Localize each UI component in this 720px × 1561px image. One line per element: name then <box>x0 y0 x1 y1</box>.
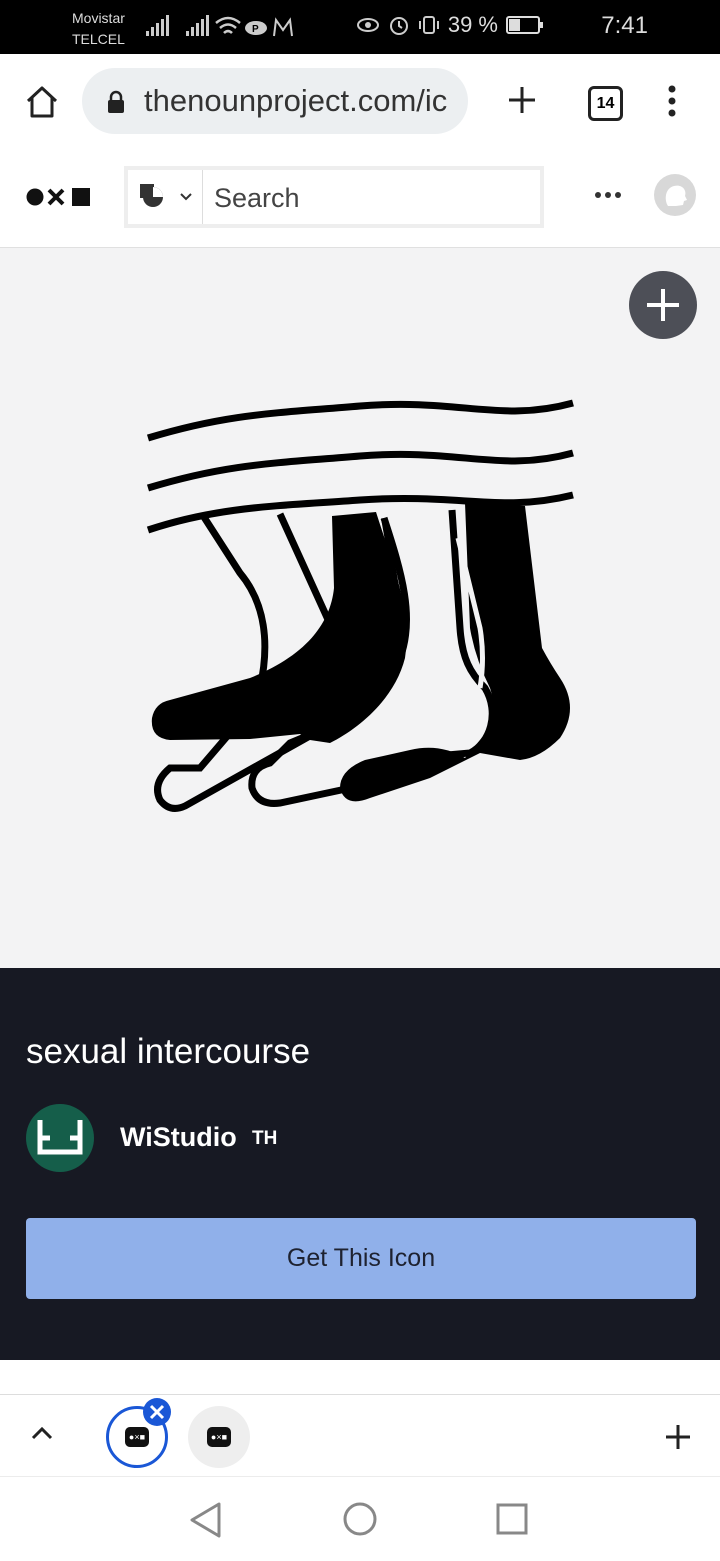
svg-text:P: P <box>252 24 259 35</box>
battery-icon <box>506 16 543 34</box>
more-icon[interactable] <box>594 190 622 200</box>
status-icons: P <box>215 16 293 37</box>
carrier-info: Movistar TELCEL <box>72 8 125 50</box>
noun-project-logo[interactable] <box>26 186 92 208</box>
site-header <box>0 150 720 248</box>
creator-name[interactable]: WiStudio <box>120 1122 237 1153</box>
browser-menu-icon[interactable] <box>664 84 680 118</box>
noun-project-tab-icon: ●×■ <box>125 1427 149 1447</box>
tab-switcher-button[interactable]: 14 <box>588 86 623 121</box>
alarm-icon <box>389 17 408 35</box>
eye-icon <box>356 18 379 32</box>
add-tab-icon[interactable] <box>664 1423 692 1451</box>
address-bar[interactable]: thenounproject.com/ic <box>82 68 468 134</box>
plus-icon <box>647 289 679 321</box>
creator-country: TH <box>252 1128 278 1149</box>
url-text: thenounproject.com/ic <box>144 83 448 118</box>
back-icon[interactable] <box>188 1501 224 1539</box>
wifi-icon <box>215 16 241 34</box>
cloud-icon: P <box>245 21 267 35</box>
vibrate-icon <box>418 16 439 34</box>
clock: 7:41 <box>601 12 648 39</box>
icon-title: sexual intercourse <box>26 1032 311 1071</box>
search-box <box>124 166 544 228</box>
system-navigation-bar <box>0 1476 720 1561</box>
signal-icon <box>146 14 169 36</box>
home-icon[interactable] <box>24 84 60 120</box>
user-avatar[interactable] <box>654 174 696 216</box>
noun-project-tab-icon: ●×■ <box>207 1427 231 1447</box>
creator-avatar[interactable] <box>26 1104 94 1172</box>
chevron-up-icon[interactable] <box>30 1425 54 1441</box>
get-this-icon-button[interactable]: Get This Icon <box>26 1218 696 1299</box>
icon-type-icon <box>140 184 192 207</box>
search-type-dropdown[interactable] <box>128 170 203 224</box>
icon-preview-area <box>0 248 720 968</box>
mail-icon <box>273 17 293 37</box>
recents-icon[interactable] <box>496 1503 528 1535</box>
search-input[interactable] <box>212 178 536 218</box>
carrier-name-2: TELCEL <box>72 31 125 47</box>
status-bar: Movistar TELCEL P 39 % 7:41 <box>0 0 720 54</box>
icon-image <box>146 399 574 812</box>
creator-logo-icon <box>37 1120 83 1155</box>
browser-toolbar: thenounproject.com/ic 14 <box>0 54 720 151</box>
close-icon <box>149 1404 165 1420</box>
carrier-name-1: Movistar <box>72 10 125 26</box>
signal-icon <box>186 14 209 36</box>
tab-strip: ●×■ ●×■ <box>0 1394 720 1477</box>
profile-head-icon <box>665 185 687 206</box>
tab-thumbnail[interactable]: ●×■ <box>188 1406 250 1468</box>
lock-icon <box>108 90 124 113</box>
new-tab-icon[interactable] <box>506 84 538 116</box>
battery-percent: 39 % <box>447 12 498 37</box>
home-nav-icon[interactable] <box>342 1501 378 1537</box>
add-to-collection-button[interactable] <box>629 271 697 339</box>
icon-info-panel: sexual intercourse WiStudio TH Get This … <box>0 968 720 1360</box>
status-right-group: 39 % <box>356 12 543 38</box>
close-tab-button[interactable] <box>143 1398 171 1426</box>
